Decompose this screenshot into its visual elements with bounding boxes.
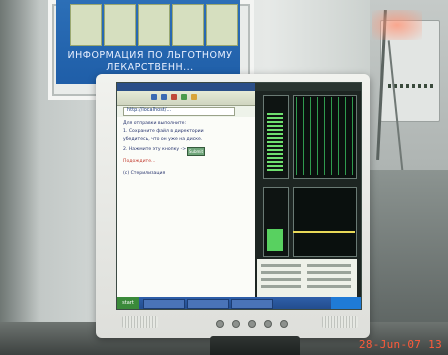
poster-sheet <box>206 4 238 46</box>
memory-level <box>267 229 283 251</box>
up-button-icon[interactable] <box>248 320 256 328</box>
content-line: убедитесь, что он уже на диске. <box>123 137 203 142</box>
poster-title: ИНФОРМАЦИЯ ПО ЛЬГОТНОМУ ЛЕКАРСТВЕНН... <box>60 50 240 74</box>
poster-sheet <box>70 4 102 46</box>
power-button-icon[interactable] <box>280 320 288 328</box>
address-text: http://localhost/... <box>127 107 172 113</box>
camera-timestamp: 28-Jun-07 13 <box>358 338 442 351</box>
page-content <box>117 117 255 297</box>
stats-row <box>307 285 351 288</box>
speaker-grille <box>322 316 358 328</box>
cpu-history-bars <box>293 97 355 175</box>
cpu-level <box>267 113 283 173</box>
refresh-icon[interactable] <box>181 94 187 100</box>
device-lights <box>388 84 434 88</box>
stats-row <box>307 264 351 267</box>
taskbar-item[interactable] <box>143 299 185 309</box>
stats-row <box>307 278 351 281</box>
content-line: 1. Сохраните файл в директории <box>123 129 204 134</box>
poster-sheet <box>104 4 136 46</box>
system-tray <box>331 297 361 309</box>
poster-sheet <box>138 4 170 46</box>
monitor-screen: http://localhost/... Для отправки выполн… <box>116 82 362 310</box>
poster-title-line: ИНФОРМАЦИЯ ПО ЛЬГОТНОМУ <box>67 50 233 61</box>
stats-row <box>261 264 301 267</box>
stats-row <box>261 271 301 274</box>
wall-shadow <box>0 0 40 355</box>
down-button-icon[interactable] <box>232 320 240 328</box>
menu-button-icon[interactable] <box>216 320 224 328</box>
poster-sheet <box>172 4 204 46</box>
stop-icon[interactable] <box>171 94 177 100</box>
status-text: Подождите... <box>123 159 156 164</box>
auto-button-icon[interactable] <box>264 320 272 328</box>
speaker-grille <box>122 316 158 328</box>
home-icon[interactable] <box>191 94 197 100</box>
submit-button[interactable]: Submit <box>187 147 205 156</box>
memory-history-line <box>293 231 355 233</box>
system-monitor-menu <box>255 83 361 91</box>
monitor-stand <box>210 336 300 355</box>
footer-text: (с) Стерилизация <box>123 171 166 176</box>
browser-titlebar <box>117 83 255 91</box>
photo-scene: ИНФОРМАЦИЯ ПО ЛЬГОТНОМУ ЛЕКАРСТВЕНН... h… <box>0 0 448 355</box>
light-glare <box>372 10 422 40</box>
content-line: 2. Нажмите эту кнопку -> <box>123 147 187 152</box>
memory-history-graph <box>293 187 357 257</box>
stats-row <box>261 285 301 288</box>
stats-row <box>261 278 301 281</box>
content-line: Для отправки выполните: <box>123 121 187 126</box>
monitor-controls <box>206 320 292 330</box>
poster-title-line: ЛЕКАРСТВЕНН... <box>106 62 194 73</box>
taskbar-item[interactable] <box>187 299 229 309</box>
start-button[interactable]: start <box>117 297 139 309</box>
taskbar-item[interactable] <box>231 299 273 309</box>
stats-row <box>307 271 351 274</box>
back-icon[interactable] <box>151 94 157 100</box>
forward-icon[interactable] <box>161 94 167 100</box>
